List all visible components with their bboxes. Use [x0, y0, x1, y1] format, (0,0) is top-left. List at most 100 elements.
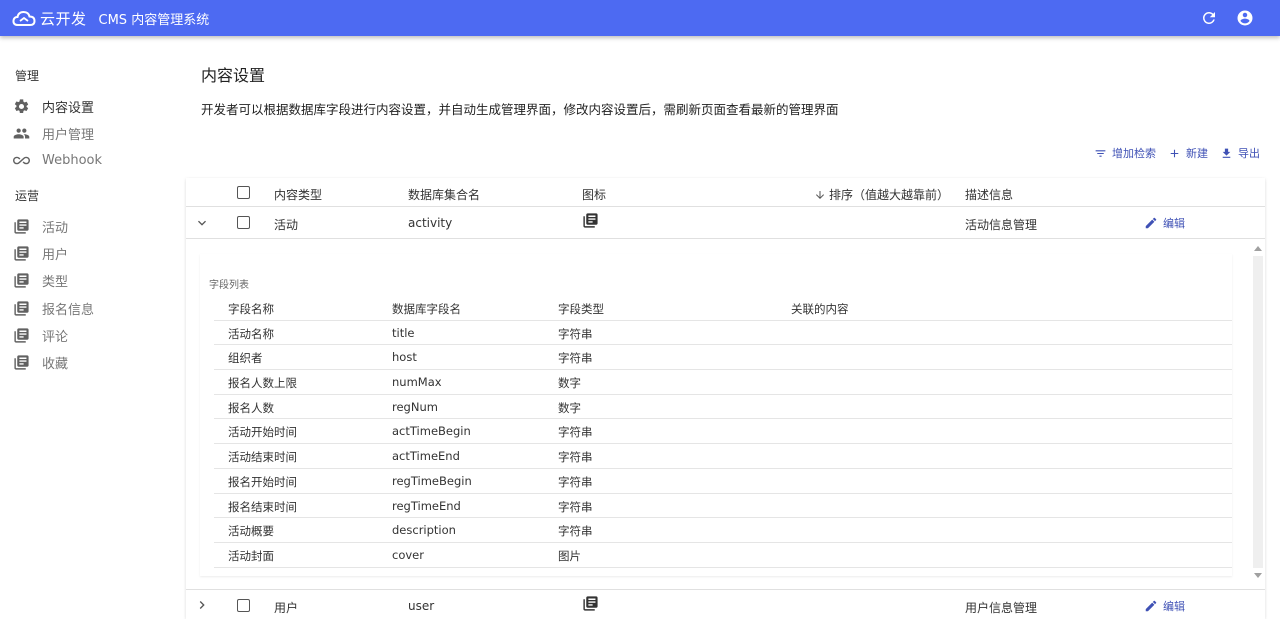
add-filter-label: 增加检索 — [1112, 147, 1156, 160]
edit-button[interactable]: 编辑 — [1144, 598, 1185, 614]
add-filter-button[interactable]: 增加检索 — [1094, 145, 1156, 161]
field-db-name: actTimeEnd — [392, 449, 460, 464]
edit-label: 编辑 — [1163, 217, 1185, 230]
content-types-table: 内容类型 数据库集合名 图标 排序（值越大越靠前） 描述信息 活动 activi… — [186, 178, 1265, 619]
field-row: 报名人数上限 numMax 数字 — [214, 370, 1232, 395]
field-type: 字符串 — [558, 425, 593, 440]
sidebar-item-favorite[interactable]: 收藏 — [12, 351, 172, 373]
field-row: 活动概要 description 字符串 — [214, 518, 1232, 543]
field-header-type: 字段类型 — [558, 302, 604, 316]
field-row: 活动封面 cover 图片 — [214, 543, 1232, 568]
header-order-sort[interactable]: 排序（值越大越靠前） — [814, 186, 949, 203]
sidebar-item-user-management[interactable]: 用户管理 — [12, 122, 172, 144]
row-collection: activity — [408, 216, 453, 230]
header-order-label: 排序（值越大越靠前） — [829, 188, 950, 202]
sidebar-item-type[interactable]: 类型 — [12, 269, 172, 291]
collapse-row-button[interactable] — [194, 215, 210, 231]
field-name: 活动封面 — [228, 548, 274, 563]
library-books-icon — [12, 299, 30, 317]
sidebar-item-label: 用户 — [42, 247, 69, 263]
gear-icon — [12, 97, 30, 115]
sidebar-section-manage: 管理 — [15, 69, 40, 83]
people-icon — [12, 124, 30, 142]
sidebar-item-label: Webhook — [42, 152, 103, 168]
pencil-icon — [1145, 600, 1157, 612]
field-row: 报名开始时间 regTimeBegin 字符串 — [214, 469, 1232, 494]
field-db-name: actTimeBegin — [392, 424, 471, 439]
library-books-icon — [12, 326, 30, 344]
field-name: 组织者 — [228, 351, 263, 366]
sidebar-item-comment[interactable]: 评论 — [12, 324, 172, 346]
arrow-down-icon — [816, 190, 824, 199]
header-description[interactable]: 描述信息 — [965, 186, 1013, 203]
row-collection: user — [408, 599, 435, 613]
scrollbar-track[interactable] — [1253, 256, 1263, 568]
account-button[interactable] — [1234, 7, 1256, 29]
field-table-header: 字段名称 数据库字段名 字段类型 关联的内容 — [214, 296, 1232, 321]
new-label: 新建 — [1186, 147, 1208, 160]
export-button[interactable]: 导出 — [1220, 145, 1260, 161]
field-name: 报名人数上限 — [228, 376, 297, 391]
field-type: 数字 — [558, 376, 581, 391]
sidebar: 管理 内容设置 用户管理 Webhook 运营 活动 用户 类型 报名信息 评论… — [0, 36, 185, 619]
sidebar-item-label: 报名信息 — [42, 302, 95, 318]
header-icon[interactable]: 图标 — [582, 186, 606, 203]
field-header-db: 数据库字段名 — [392, 302, 461, 316]
edit-button[interactable]: 编辑 — [1144, 215, 1185, 231]
table-row[interactable]: 用户 user 用户信息管理 编辑 — [186, 589, 1265, 619]
row-content-type: 活动 — [274, 218, 299, 232]
library-books-icon — [12, 271, 30, 289]
row-description: 活动信息管理 — [965, 218, 1038, 232]
field-type: 图片 — [558, 548, 581, 563]
table-row[interactable]: 活动 activity 活动信息管理 编辑 — [186, 207, 1265, 239]
account-circle-icon — [1237, 10, 1253, 26]
sidebar-item-registration[interactable]: 报名信息 — [12, 297, 172, 319]
sidebar-item-user[interactable]: 用户 — [12, 242, 172, 264]
scroll-down-arrow-icon[interactable] — [1254, 573, 1262, 578]
field-row: 活动结束时间 actTimeEnd 字符串 — [214, 444, 1232, 469]
sidebar-section-ops: 运营 — [15, 189, 40, 203]
sidebar-item-label: 活动 — [42, 220, 69, 236]
expand-row-button[interactable] — [194, 597, 210, 613]
field-name: 活动结束时间 — [228, 450, 297, 465]
cloudbase-logo[interactable]: 云开发 — [12, 8, 87, 29]
chevron-right-icon — [199, 601, 205, 609]
field-db-name: host — [392, 350, 417, 365]
refresh-button[interactable] — [1198, 7, 1220, 29]
sidebar-item-content-settings[interactable]: 内容设置 — [12, 95, 172, 117]
top-app-bar: 云开发 CMS 内容管理系统 — [0, 0, 1280, 36]
field-table: 字段名称 数据库字段名 字段类型 关联的内容 活动名称 title 字符串 组织… — [214, 296, 1232, 568]
field-db-name: regTimeEnd — [392, 498, 461, 513]
sidebar-item-activity[interactable]: 活动 — [12, 215, 172, 237]
field-db-name: cover — [392, 547, 424, 562]
new-button[interactable]: 新建 — [1168, 145, 1208, 161]
refresh-icon — [1202, 11, 1215, 24]
cloud-logo-icon — [12, 10, 36, 26]
field-db-name: description — [392, 523, 456, 538]
field-type: 字符串 — [558, 450, 593, 465]
row-checkbox[interactable] — [237, 599, 250, 612]
header-collection[interactable]: 数据库集合名 — [408, 186, 480, 203]
scroll-up-arrow-icon[interactable] — [1254, 246, 1262, 251]
field-db-name: numMax — [392, 375, 442, 390]
header-content-type[interactable]: 内容类型 — [274, 186, 322, 203]
field-row: 活动开始时间 actTimeBegin 字符串 — [214, 419, 1232, 445]
select-all-checkbox[interactable] — [237, 186, 250, 199]
field-name: 报名人数 — [228, 400, 274, 415]
plus-icon — [1170, 149, 1179, 157]
sidebar-item-webhook[interactable]: Webhook — [12, 149, 172, 171]
table-header-row: 内容类型 数据库集合名 图标 排序（值越大越靠前） 描述信息 — [186, 178, 1265, 207]
field-list-title: 字段列表 — [209, 280, 249, 291]
library-books-icon — [12, 244, 30, 262]
sidebar-item-label: 收藏 — [42, 356, 69, 372]
field-db-name: regTimeBegin — [392, 473, 472, 488]
table-toolbar: 增加检索 新建 导出 — [1094, 145, 1260, 161]
field-type: 字符串 — [558, 524, 593, 539]
field-header-name: 字段名称 — [228, 302, 274, 316]
field-type: 字符串 — [558, 351, 593, 366]
field-row: 报名人数 regNum 数字 — [214, 395, 1232, 420]
field-row: 报名结束时间 regTimeEnd 字符串 — [214, 494, 1232, 519]
field-type: 字符串 — [558, 474, 593, 489]
field-list-scrollbar[interactable] — [1251, 242, 1265, 582]
row-checkbox[interactable] — [237, 216, 250, 229]
